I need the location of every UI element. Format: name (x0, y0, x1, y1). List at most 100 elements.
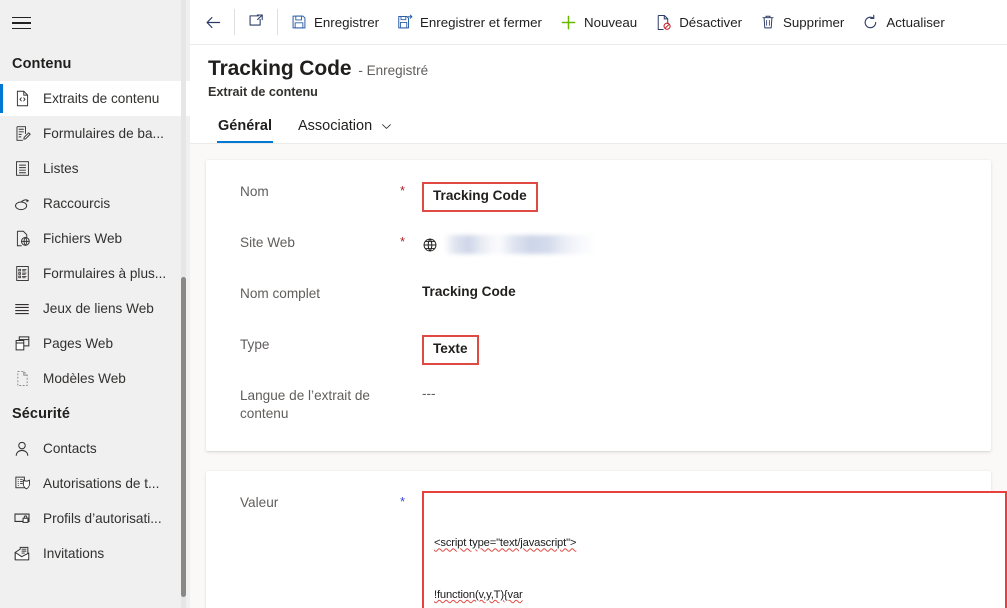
refresh-button[interactable]: Actualiser (853, 3, 953, 41)
sidebar-menu-toggle-wrap (0, 0, 190, 46)
deactivate-file-icon (655, 14, 672, 31)
sidebar-item-label: Modèles Web (43, 371, 126, 386)
field-nom-complet-required-mark (400, 282, 422, 285)
site-web-lookup[interactable] (422, 233, 593, 254)
field-type: Type Texte (206, 333, 991, 384)
sidebar-group-title-securite: Sécurité (12, 406, 71, 422)
field-nom-complet-value[interactable]: Tracking Code (422, 282, 991, 299)
sidebar-item-formulaires-de-base[interactable]: Formulaires de ba... (0, 116, 190, 151)
field-type-required-mark (400, 333, 422, 336)
save-button[interactable]: Enregistrer (282, 3, 388, 41)
tab-general[interactable]: Général (208, 112, 282, 143)
field-langue-value[interactable]: --- (422, 384, 991, 401)
new-button[interactable]: Nouveau (551, 3, 646, 41)
field-nom-complet-label: Nom complet (240, 286, 321, 301)
code-file-icon (12, 89, 32, 109)
sidebar-item-contacts[interactable]: Contacts (0, 431, 190, 466)
refresh-button-label: Actualiser (886, 14, 945, 30)
value-field-card: Valeur * <script type="text/javascript">… (206, 471, 1007, 608)
field-langue-required-mark (400, 384, 422, 387)
sidebar-item-label: Listes (43, 161, 79, 176)
sidebar-scrollbar-thumb[interactable] (181, 277, 186, 597)
field-type-value-wrap: Texte (422, 333, 991, 365)
sidebar-item-modeles-web[interactable]: Modèles Web (0, 361, 190, 396)
field-valeur-required-mark: * (400, 494, 406, 509)
sidebar-item-invitations[interactable]: Invitations (0, 536, 190, 571)
save-and-close-button-label: Enregistrer et fermer (420, 14, 542, 30)
link-set-icon (12, 299, 32, 319)
sidebar-item-raccourcis[interactable]: Raccourcis (0, 186, 190, 221)
sidebar-item-label: Profils d’autorisati... (43, 511, 162, 526)
sidebar-item-jeux-de-liens-web[interactable]: Jeux de liens Web (0, 291, 190, 326)
tab-bar: Général Association (208, 112, 1007, 143)
page-title: Tracking Code (208, 57, 352, 80)
sidebar-item-formulaires-a-plusieurs-etapes[interactable]: Formulaires à plus... (0, 256, 190, 291)
command-bar-divider-2 (277, 9, 278, 35)
code-line: !function(v,y,T){var (434, 589, 523, 602)
field-langue-label: Langue de l’extrait de contenu (240, 388, 370, 421)
field-valeur-code-editor[interactable]: <script type="text/javascript"> !functio… (422, 491, 1007, 608)
code-line: <script type="text/javascript"> (434, 537, 577, 550)
field-nom-complet: Nom complet Tracking Code (206, 282, 991, 333)
save-and-close-icon (397, 14, 413, 30)
general-fields-card: Nom * Tracking Code Site Web * Nom compl… (206, 160, 991, 451)
delete-button-label: Supprimer (783, 14, 845, 30)
chevron-down-icon[interactable] (380, 120, 393, 133)
main-content: Enregistrer Enregistrer et fermer Nouvea… (190, 0, 1007, 608)
sidebar-item-extraits-de-contenu[interactable]: Extraits de contenu (0, 81, 190, 116)
field-nom-value-wrap: Tracking Code (422, 180, 991, 212)
field-type-label: Type (240, 337, 270, 352)
sidebar-item-label: Formulaires de ba... (43, 126, 164, 141)
person-icon (12, 439, 32, 459)
plus-icon (560, 14, 577, 31)
open-in-new-window-icon[interactable] (239, 5, 273, 39)
list-icon (12, 159, 32, 179)
multistep-form-icon (12, 264, 32, 284)
sidebar-item-label: Raccourcis (43, 196, 111, 211)
sidebar-item-listes[interactable]: Listes (0, 151, 190, 186)
command-bar: Enregistrer Enregistrer et fermer Nouvea… (190, 0, 1007, 45)
sidebar-item-label: Invitations (43, 546, 105, 561)
sidebar-item-pages-web[interactable]: Pages Web (0, 326, 190, 361)
field-site-web-label: Site Web (240, 235, 295, 250)
site-web-value-redacted (445, 235, 593, 254)
delete-button[interactable]: Supprimer (751, 3, 853, 41)
web-pages-icon (12, 334, 32, 354)
trash-icon (760, 14, 776, 30)
title-row: Tracking Code - Enregistré (208, 57, 1007, 81)
web-file-icon (12, 229, 32, 249)
envelope-open-icon (12, 544, 32, 564)
sidebar-item-autorisations-de-table[interactable]: Autorisations de t... (0, 466, 190, 501)
save-icon (291, 14, 307, 30)
deactivate-button-label: Désactiver (679, 14, 743, 30)
field-site-web-value-wrap (422, 231, 991, 254)
tab-association[interactable]: Association (288, 112, 403, 143)
sidebar-item-label: Pages Web (43, 336, 114, 351)
globe-icon (422, 237, 438, 253)
field-langue: Langue de l’extrait de contenu --- (206, 384, 991, 435)
field-nom-value[interactable]: Tracking Code (422, 182, 538, 212)
new-button-label: Nouveau (583, 14, 638, 30)
sidebar-group-title-contenu: Contenu (12, 56, 72, 72)
command-bar-divider (234, 9, 235, 35)
sidebar-item-fichiers-web[interactable]: Fichiers Web (0, 221, 190, 256)
hamburger-icon[interactable] (12, 16, 31, 30)
save-button-label: Enregistrer (314, 14, 380, 30)
back-arrow-icon[interactable] (196, 5, 230, 39)
sidebar-item-profils-d-autorisation[interactable]: Profils d’autorisati... (0, 501, 190, 536)
entity-name: Extrait de contenu (208, 85, 318, 99)
save-and-close-button[interactable]: Enregistrer et fermer (388, 3, 551, 41)
deactivate-button[interactable]: Désactiver (646, 3, 751, 41)
field-valeur-label: Valeur (240, 495, 279, 510)
app-root: Contenu Extraits de contenu Formulaires … (0, 0, 1007, 608)
refresh-icon (862, 14, 879, 31)
sidebar-item-label: Jeux de liens Web (43, 301, 154, 316)
field-site-web: Site Web * (206, 231, 991, 282)
sidebar-item-label: Extraits de contenu (43, 91, 160, 106)
lock-card-icon (12, 509, 32, 529)
field-type-value[interactable]: Texte (422, 335, 479, 365)
field-site-web-required-mark: * (400, 234, 406, 249)
shortcut-arrow-icon (12, 194, 32, 214)
field-valeur: Valeur * <script type="text/javascript">… (206, 491, 1007, 608)
web-template-icon (12, 369, 32, 389)
